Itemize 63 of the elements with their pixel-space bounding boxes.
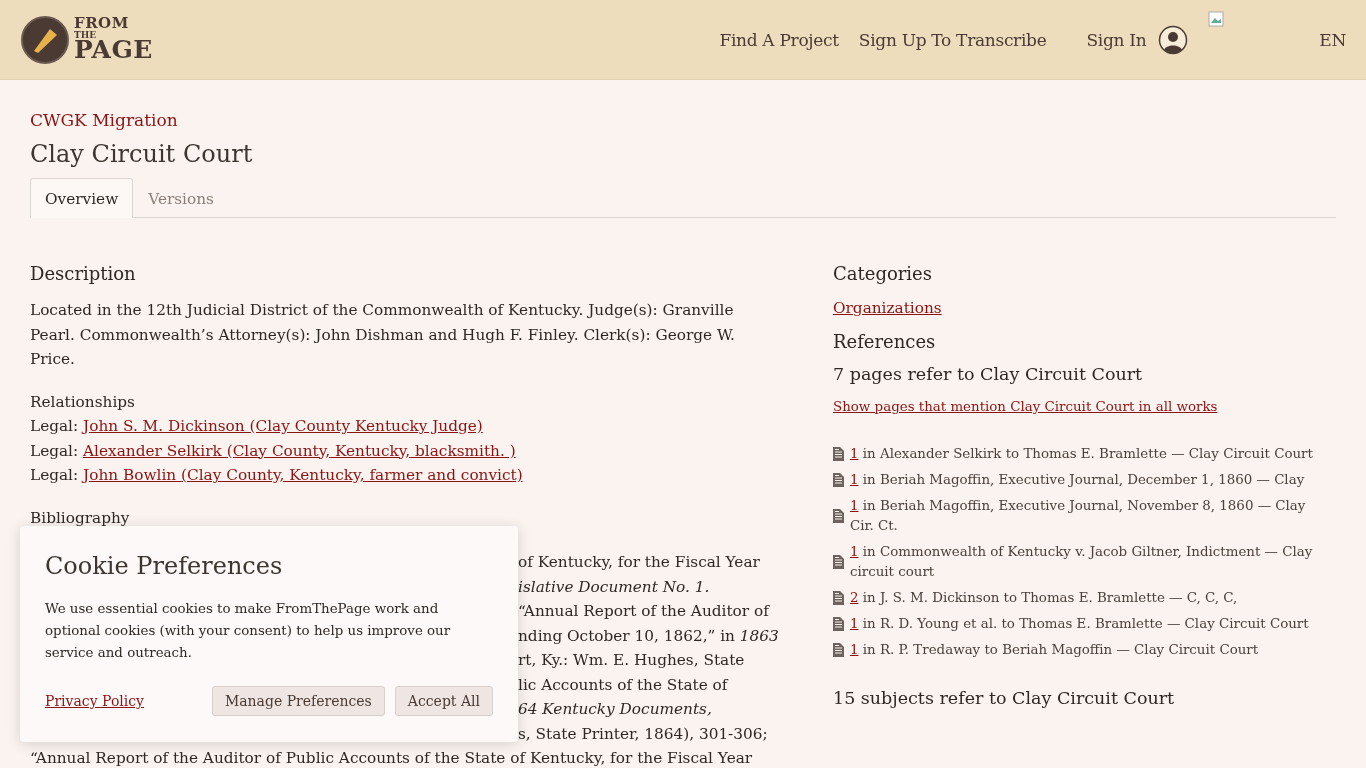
language-selector[interactable]: EN <box>1319 29 1346 50</box>
reference-text: 1 in R. P. Tredaway to Beriah Magoffin — Clay Circuit Court <box>850 641 1259 659</box>
page-count-link[interactable]: 1 <box>850 472 859 487</box>
relationship-link[interactable]: Alexander Selkirk (Clay County, Kentucky, blacksmith. ) <box>83 441 516 460</box>
reference-text: 1 in R. D. Young et al. to Thomas E. Bramlette — Clay Circuit Court <box>850 615 1309 633</box>
relationship-type: Legal: <box>30 441 79 460</box>
description-text: Located in the 12th Judicial District of the Commonwealth of Kentucky. Judge(s): Granville Pearl. Commonwealth’s Attorney(s): John Dishman and Hugh F. Finley. Clerk(s): George W. Price. <box>30 300 736 370</box>
relationship-type: Legal: <box>30 466 79 484</box>
pen-nib-logo-icon <box>20 14 70 65</box>
page-count-link[interactable]: 1 <box>850 544 859 559</box>
dialog-text: We use essential cookies to make FromThePage work and optional cookies (with your consent) to help us improve our service and outreach. <box>45 600 452 662</box>
document-icon <box>833 473 844 487</box>
document-icon <box>833 643 844 657</box>
user-avatar-icon[interactable] <box>1158 24 1189 55</box>
bibliography-text: of Kentucky, for the Fiscal Year <box>518 553 760 571</box>
reference-text: 1 in Commonwealth of Kentucky v. Jacob Giltner, Indictment — Clay circuit court <box>850 543 1314 581</box>
document-icon <box>833 555 844 569</box>
bibliography-text: “Annual Report of the Auditor of <box>518 602 769 620</box>
tab[interactable]: Overview <box>30 178 134 218</box>
bibliography-text: 64 Kentucky Documents, <box>518 700 712 718</box>
reference-text: 1 in Beriah Magoffin, Executive Journal, December 1, 1860 — Clay <box>850 471 1305 489</box>
document-icon <box>833 591 844 605</box>
page-title: Clay Circuit Court <box>30 140 254 168</box>
site-logo[interactable]: FROM THE PAGE <box>74 17 153 62</box>
bibliography-text: nding October 10, 1862,” in 1863 <box>518 626 779 645</box>
document-icon <box>833 509 844 523</box>
nav-link[interactable]: Sign Up To Transcribe <box>858 29 1047 50</box>
page-count-link[interactable]: 1 <box>850 446 859 461</box>
subheading: Bibliography <box>30 507 131 529</box>
subject-count-text: 15 subjects refer to Clay Circuit Court <box>833 688 1176 708</box>
bibliography-text: lic Accounts of the State of <box>518 675 728 694</box>
nav-link[interactable]: Find A Project <box>719 29 839 50</box>
broken-image-icon <box>1208 10 1225 27</box>
relationship-link[interactable]: John Bowlin (Clay County, Kentucky, farmer and convict) <box>83 466 523 484</box>
privacy-policy-link[interactable]: Privacy Policy <box>45 693 145 709</box>
page-count-text: 7 pages refer to Clay Circuit Court <box>833 364 1144 384</box>
section-heading: Categories <box>833 263 933 284</box>
page-count-link[interactable]: 1 <box>850 642 859 657</box>
relationship-type: Legal: <box>30 417 79 435</box>
page-count-link[interactable]: 1 <box>850 616 859 631</box>
document-icon <box>833 617 844 631</box>
bibliography-text: s, State Printer, 1864), 301-306; <box>518 724 768 743</box>
page-count-link[interactable]: 2 <box>850 590 859 605</box>
reference-text: 1 in Beriah Magoffin, Executive Journal, November 8, 1860 — Clay Cir. Ct. <box>850 497 1307 535</box>
section-heading: Description <box>30 263 137 284</box>
bibliography-text: rt, Ky.: Wm. E. Hughes, State <box>518 651 745 669</box>
sign-in-link[interactable]: Sign In <box>1086 29 1147 50</box>
bibliography-text: “Annual Report of the Auditor of Public Accounts of the State of Kentucky, for the Fiscal Year <box>30 749 753 767</box>
document-icon <box>833 447 844 461</box>
dialog-button[interactable]: Accept All <box>394 686 493 716</box>
reference-text: 1 in Alexander Selkirk to Thomas E. Bramlette — Clay Circuit Court <box>850 445 1313 463</box>
bibliography-text: islative Document No. 1. <box>518 577 710 596</box>
reference-text: 2 in J. S. M. Dickinson to Thomas E. Bramlette — C, C, C, <box>850 589 1238 607</box>
dialog-button[interactable]: Manage Preferences <box>211 686 385 716</box>
dialog-title: Cookie Preferences <box>45 552 284 580</box>
subheading: Relationships <box>30 391 136 413</box>
show-pages-link[interactable]: Show pages that mention Clay Circuit Court in all works <box>833 399 1218 414</box>
category-link[interactable]: Organizations <box>833 299 942 317</box>
section-heading: References <box>833 331 937 352</box>
tab[interactable]: Versions <box>133 178 229 218</box>
relationship-link[interactable]: John S. M. Dickinson (Clay County Kentucky Judge) <box>83 417 483 435</box>
page-count-link[interactable]: 1 <box>850 498 859 513</box>
breadcrumb-link[interactable]: CWGK Migration <box>30 110 178 130</box>
